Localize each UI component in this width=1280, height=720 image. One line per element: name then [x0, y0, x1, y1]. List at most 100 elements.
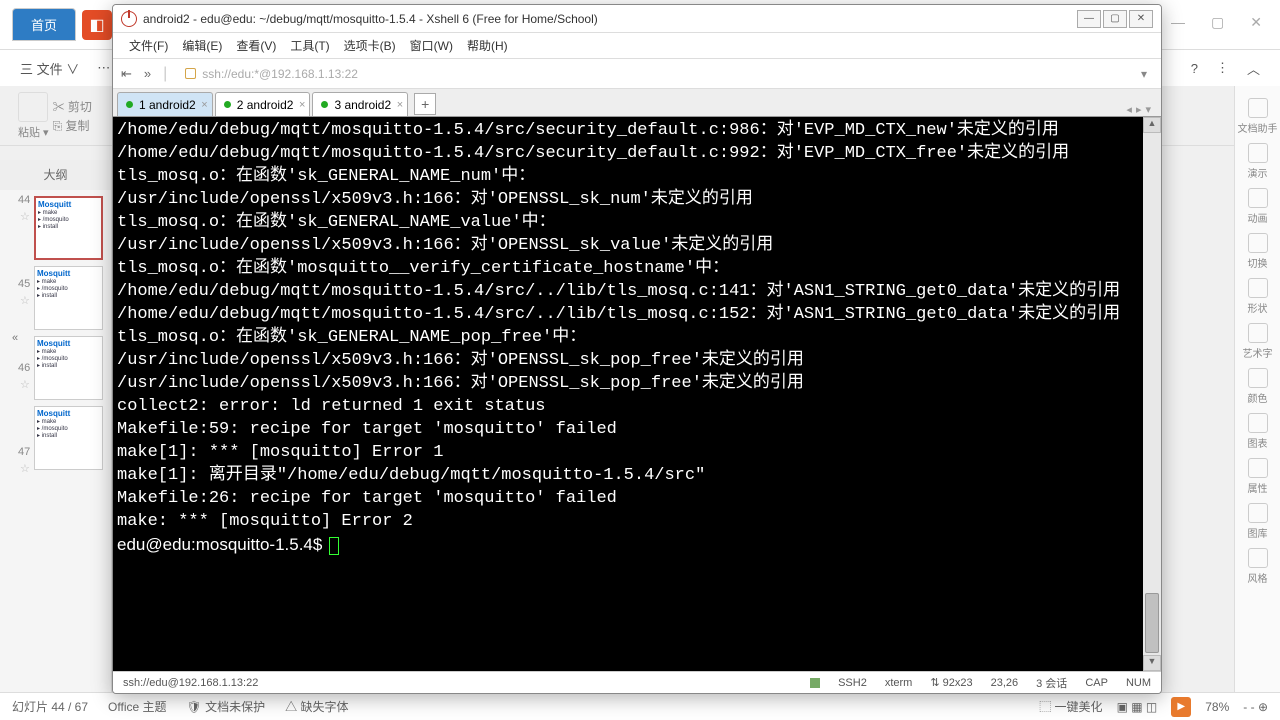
terminal-scrollbar[interactable]: ▲ ▼	[1143, 117, 1161, 671]
status-field: 23,26	[991, 677, 1019, 689]
host-minimize-button[interactable]: —	[1163, 14, 1193, 30]
session-tab[interactable]: 3 android2 ×	[312, 92, 408, 116]
tab-close-icon[interactable]: ×	[201, 99, 207, 111]
close-button[interactable]: ✕	[1129, 10, 1153, 28]
right-tool-1[interactable]: 演示	[1248, 143, 1268, 180]
right-tool-3[interactable]: 切换	[1248, 233, 1268, 270]
host-statusbar: 幻灯片 44 / 67 Office 主题 🛡 文档未保护 △ 缺失字体 ⬚ 一…	[0, 692, 1280, 720]
zoom-label[interactable]: 78%	[1205, 700, 1229, 714]
star-icon[interactable]: ☆	[20, 210, 30, 223]
menu-item[interactable]: 窗口(W)	[404, 37, 459, 54]
right-tool-7[interactable]: 图表	[1248, 413, 1268, 450]
cursor	[329, 537, 339, 555]
right-tool-6[interactable]: 颜色	[1248, 368, 1268, 405]
more-icon[interactable]: ⋯	[97, 60, 110, 76]
panel-collapse-icon[interactable]: «	[12, 332, 18, 344]
status-field: ⇅ 92x23	[930, 676, 972, 689]
menu-item[interactable]: 选项卡(B)	[338, 37, 402, 54]
xshell-app-icon	[121, 11, 137, 27]
copy-button[interactable]: ⎘ 复制	[53, 117, 92, 134]
file-menu[interactable]: 三 文件 ∨	[20, 59, 79, 78]
font-label[interactable]: △ 缺失字体	[285, 698, 348, 715]
window-title: android2 - edu@edu: ~/debug/mqtt/mosquit…	[143, 12, 598, 26]
settings-icon[interactable]: ?	[1191, 61, 1198, 76]
host-tab-icon[interactable]: ◧	[82, 10, 112, 40]
tab-prev-icon[interactable]: ◂	[1126, 103, 1132, 116]
conn-status-icon	[810, 678, 820, 688]
addr-dropdown-icon[interactable]: ▾	[1141, 67, 1147, 81]
host-close-button[interactable]: ✕	[1242, 14, 1270, 31]
right-tool-2[interactable]: 动画	[1248, 188, 1268, 225]
status-field: NUM	[1126, 677, 1151, 689]
beautify-button[interactable]: ⬚ 一键美化	[1039, 698, 1102, 715]
session-tab[interactable]: 1 android2 ×	[117, 92, 213, 116]
status-field: CAP	[1085, 677, 1108, 689]
right-tool-5[interactable]: 艺术字	[1243, 323, 1273, 360]
xshell-titlebar[interactable]: android2 - edu@edu: ~/debug/mqtt/mosquit…	[113, 5, 1161, 33]
host-maximize-button[interactable]: ▢	[1203, 14, 1232, 31]
slide-thumb[interactable]: Mosquitt ▸ make ▸ /mosquito ▸ install	[34, 266, 103, 330]
right-tool-9[interactable]: 图库	[1248, 503, 1268, 540]
collapse-icon[interactable]: ︿	[1247, 59, 1260, 78]
view-icons[interactable]: ▣ ▦ ◫	[1117, 700, 1158, 714]
star-icon[interactable]: ☆	[20, 462, 30, 475]
outline-tab[interactable]: 大纲	[0, 160, 111, 190]
paste-button[interactable]: 粘贴 ▾	[18, 92, 49, 140]
xshell-menubar: 文件(F)编辑(E)查看(V)工具(T)选项卡(B)窗口(W)帮助(H)	[113, 33, 1161, 59]
slide-thumb[interactable]: Mosquitt ▸ make ▸ /mosquito ▸ install	[34, 196, 103, 260]
slide-panel: « 大纲 44 ☆ Mosquitt ▸ make ▸ /mosquito ▸ …	[0, 160, 112, 692]
status-field: xterm	[885, 677, 913, 689]
slide-thumb[interactable]: Mosquitt ▸ make ▸ /mosquito ▸ install	[34, 336, 103, 400]
scroll-thumb[interactable]	[1145, 593, 1159, 653]
star-icon[interactable]: ☆	[20, 294, 30, 307]
toolbar-arrow-icon[interactable]: ⇤	[121, 66, 132, 82]
tab-menu-icon[interactable]: ▾	[1145, 103, 1151, 116]
menu-item[interactable]: 文件(F)	[123, 37, 174, 54]
tab-close-icon[interactable]: ×	[299, 99, 305, 111]
scroll-up-icon[interactable]: ▲	[1143, 117, 1161, 133]
slide-thumb[interactable]: Mosquitt ▸ make ▸ /mosquito ▸ install	[34, 406, 103, 470]
slide-number: 46	[18, 362, 30, 374]
menu-item[interactable]: 帮助(H)	[461, 37, 514, 54]
session-tabs: 1 android2 × 2 android2 × 3 android2 × +…	[113, 89, 1161, 117]
menu-item[interactable]: 编辑(E)	[176, 37, 228, 54]
theme-label: Office 主题	[108, 698, 166, 715]
menu-icon[interactable]: ⋮	[1216, 60, 1229, 76]
slide-number: 45	[18, 278, 30, 290]
slide-counter: 幻灯片 44 / 67	[12, 698, 88, 715]
right-tool-0[interactable]: 文档助手	[1238, 98, 1278, 135]
right-tool-4[interactable]: 形状	[1248, 278, 1268, 315]
menu-item[interactable]: 工具(T)	[284, 37, 335, 54]
menu-item[interactable]: 查看(V)	[230, 37, 282, 54]
xshell-toolbar: ⇤ » | ssh://edu:*@192.168.1.13:22 ▾	[113, 59, 1161, 89]
status-dot-icon	[321, 101, 328, 108]
play-button[interactable]: ▶	[1171, 697, 1191, 717]
scroll-down-icon[interactable]: ▼	[1143, 655, 1161, 671]
tab-next-icon[interactable]: ▸	[1136, 103, 1142, 116]
slide-number: 47	[18, 446, 30, 458]
protect-label[interactable]: 🛡 文档未保护	[187, 698, 266, 715]
status-connection: ssh://edu@192.168.1.13:22	[123, 677, 258, 689]
slide-number: 44	[18, 194, 30, 206]
terminal[interactable]: /home/edu/debug/mqtt/mosquitto-1.5.4/src…	[113, 117, 1143, 671]
toolbar-chevron-icon[interactable]: »	[144, 66, 151, 81]
cut-button[interactable]: ✂ 剪切	[53, 98, 92, 115]
tab-close-icon[interactable]: ×	[397, 99, 403, 111]
xshell-statusbar: ssh://edu@192.168.1.13:22 SSH2 xterm ⇅ 92x…	[113, 671, 1161, 693]
lock-icon	[185, 68, 196, 79]
status-dot-icon	[224, 101, 231, 108]
address-bar[interactable]: ssh://edu:*@192.168.1.13:22 ▾	[179, 65, 1153, 83]
status-field: 3 会话	[1036, 675, 1067, 691]
status-field: SSH2	[838, 677, 867, 689]
minimize-button[interactable]: —	[1077, 10, 1101, 28]
session-tab[interactable]: 2 android2 ×	[215, 92, 311, 116]
zoom-extra[interactable]: - - ⊕	[1243, 700, 1268, 714]
new-tab-button[interactable]: +	[414, 93, 436, 115]
host-tab-home[interactable]: 首页	[12, 8, 76, 41]
right-tool-10[interactable]: 风格	[1248, 548, 1268, 585]
right-tool-8[interactable]: 属性	[1248, 458, 1268, 495]
right-tool-panel: 文档助手演示动画切换形状艺术字颜色图表属性图库风格	[1234, 86, 1280, 692]
star-icon[interactable]: ☆	[20, 378, 30, 391]
maximize-button[interactable]: ▢	[1103, 10, 1127, 28]
xshell-window: android2 - edu@edu: ~/debug/mqtt/mosquit…	[112, 4, 1162, 694]
